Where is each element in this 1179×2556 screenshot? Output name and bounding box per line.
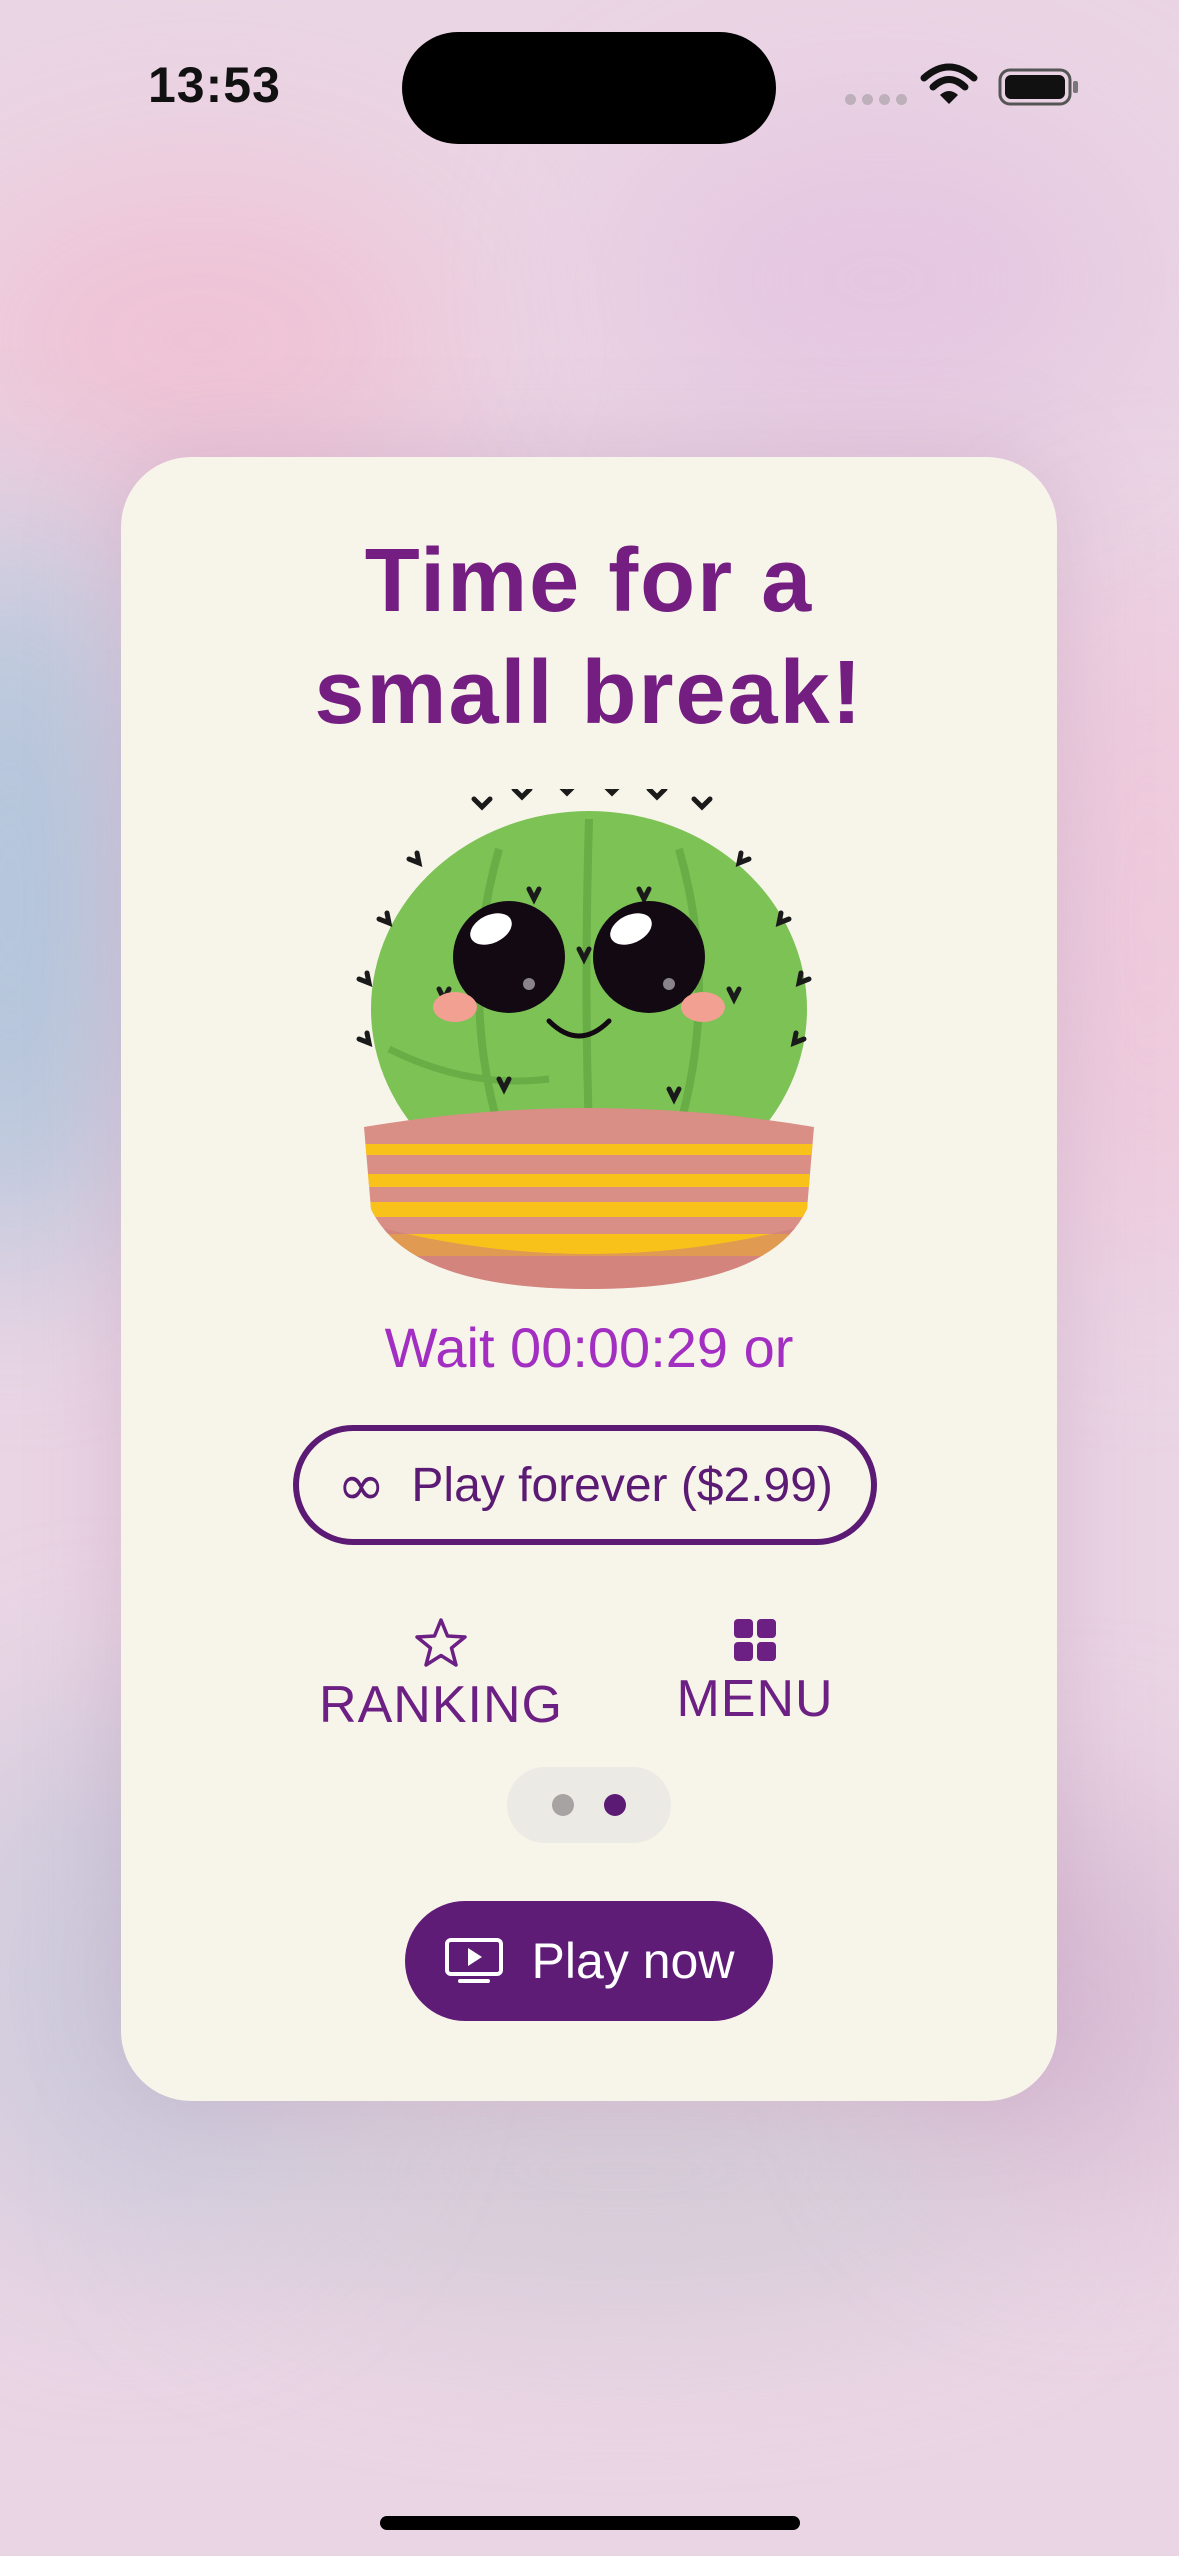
cactus-illustration [356,789,814,1289]
page-dot-1[interactable] [552,1794,574,1816]
break-title-line2: small break! [314,643,864,743]
grid-icon [734,1619,776,1661]
play-forever-button[interactable]: ∞ Play forever ($2.99) [293,1425,877,1545]
menu-button[interactable]: MENU [615,1617,895,1729]
dynamic-island [402,32,776,144]
play-screen-icon [444,1938,503,1983]
page-dot-2-active[interactable] [604,1794,626,1816]
break-card: Time for a small break! Wait 00:00:29 or… [121,457,1057,2101]
wifi-icon [920,63,978,104]
battery-icon [998,68,1078,106]
play-forever-label: Play forever ($2.99) [411,1458,833,1512]
infinity-icon: ∞ [337,1451,386,1519]
cellular-signal-icon [845,94,907,105]
page-indicator[interactable] [507,1767,671,1843]
star-icon [415,1618,467,1667]
wait-countdown: Wait 00:00:29 or [384,1316,794,1379]
status-time: 13:53 [148,57,281,113]
ranking-button[interactable]: RANKING [301,1617,581,1735]
break-title-line1: Time for a [364,531,814,631]
menu-label: MENU [676,1670,834,1728]
play-now-button[interactable]: Play now [405,1901,773,2021]
status-bar: 13:53 [0,0,1179,170]
break-title: Time for a small break! [121,525,1057,749]
home-indicator[interactable] [380,2516,800,2530]
ranking-label: RANKING [319,1676,563,1734]
play-now-label: Play now [531,1933,735,1989]
